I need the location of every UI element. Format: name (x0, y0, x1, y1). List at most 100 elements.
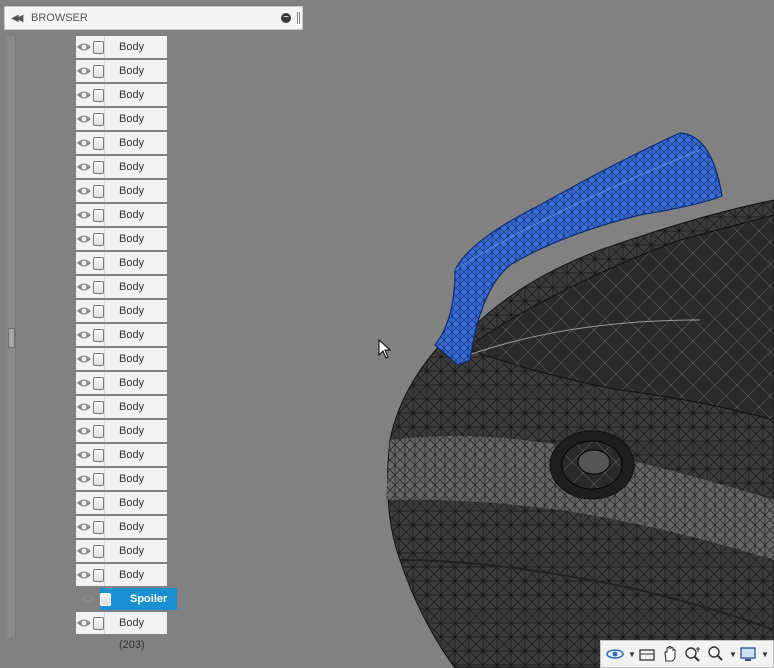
eye-icon[interactable] (76, 468, 93, 490)
browser-tree-row[interactable]: Body (189) (76, 276, 167, 315)
eye-icon[interactable] (76, 108, 93, 130)
zoom-dropdown-icon[interactable]: ▼ (729, 650, 737, 659)
browser-tree-label: Body (187) (104, 228, 167, 267)
browser-tree-row[interactable]: Body (181) (76, 84, 167, 123)
browser-tree-row[interactable]: Body (191) (76, 324, 167, 363)
car-body-mesh[interactable] (386, 199, 774, 668)
browser-tree-label: Body (203) (104, 612, 167, 651)
look-at-icon[interactable] (637, 644, 657, 664)
eye-icon[interactable] (76, 516, 93, 538)
browser-tree-row[interactable]: Body (193) (76, 372, 167, 411)
body-cube-icon (92, 348, 104, 370)
eye-icon[interactable] (76, 252, 93, 274)
browser-title: BROWSER (31, 12, 88, 24)
orbit-icon[interactable] (605, 644, 625, 664)
browser-tree-row[interactable]: Body (200) (76, 540, 167, 579)
browser-tree-label: Body (188) (104, 252, 167, 291)
browser-tree-label: Body (195) (104, 420, 167, 459)
browser-tree-row[interactable]: Body (183) (76, 132, 167, 171)
browser-tree-row[interactable]: Body (182) (76, 108, 167, 147)
browser-tree-label: Body (199) (104, 516, 167, 555)
browser-tree-label: Body (182) (104, 108, 167, 147)
minus-circle-icon[interactable]: − (281, 13, 291, 23)
eye-icon[interactable] (76, 276, 93, 298)
browser-tree-label: Body (198) (104, 492, 167, 531)
browser-tree-label: Body (194) (104, 396, 167, 435)
browser-tree-label: Body (191) (104, 324, 167, 363)
body-cube-icon (92, 60, 104, 82)
browser-tree-label: Body (190) (104, 300, 167, 339)
browser-tree-label: Spoiler (116, 588, 178, 610)
eye-icon[interactable] (76, 444, 93, 466)
browser-tree-row[interactable]: Body (196) (76, 444, 167, 483)
browser-tree-row[interactable]: Body (201) (76, 564, 167, 603)
body-cube-icon (100, 588, 116, 610)
body-cube-icon (92, 132, 104, 154)
mouse-pointer-icon (378, 339, 392, 359)
display-dropdown-icon[interactable]: ▼ (761, 650, 769, 659)
browser-tree-row[interactable]: Body (203) (76, 612, 167, 651)
browser-tree-row[interactable]: Body (180) (76, 60, 167, 99)
body-cube-icon (92, 420, 104, 442)
eye-icon[interactable] (76, 492, 93, 514)
eye-icon[interactable] (76, 228, 93, 250)
zoom-icon[interactable] (683, 644, 703, 664)
browser-tree-row[interactable]: Body (192) (76, 348, 167, 387)
eye-icon[interactable] (76, 204, 93, 226)
eye-icon[interactable] (76, 588, 100, 610)
browser-tree-label: Body (196) (104, 444, 167, 483)
body-cube-icon (92, 492, 104, 514)
browser-tree-row[interactable]: Body (186) (76, 204, 167, 243)
body-cube-icon (92, 204, 104, 226)
eye-icon[interactable] (76, 156, 93, 178)
browser-tree-label: Body (189) (104, 276, 167, 315)
eye-icon[interactable] (76, 612, 93, 634)
browser-tree-label: Body (201) (104, 564, 167, 603)
eye-icon[interactable] (76, 300, 93, 322)
eye-icon[interactable] (76, 564, 93, 586)
browser-tree-row[interactable]: Body (197) (76, 468, 167, 507)
eye-icon[interactable] (76, 36, 93, 58)
browser-tree-row[interactable]: Body (194) (76, 396, 167, 435)
eye-icon[interactable] (76, 84, 93, 106)
pin-icon[interactable] (297, 12, 300, 24)
body-cube-icon (92, 396, 104, 418)
eye-icon[interactable] (76, 132, 93, 154)
body-cube-icon (92, 252, 104, 274)
browser-tree-row[interactable]: Body (195) (76, 420, 167, 459)
browser-tree-row[interactable]: Body (187) (76, 228, 167, 267)
double-chevron-left-icon[interactable]: ◀◀ (11, 13, 27, 24)
body-cube-icon (92, 468, 104, 490)
body-cube-icon (92, 612, 104, 634)
orbit-dropdown-icon[interactable]: ▼ (628, 650, 636, 659)
browser-tree-row[interactable]: Spoiler (76, 588, 178, 610)
browser-tree-row[interactable]: Body (179) (76, 36, 167, 75)
display-settings-icon[interactable] (738, 644, 758, 664)
browser-tree-label: Body (185) (104, 180, 167, 219)
eye-icon[interactable] (76, 324, 93, 346)
browser-tree-row[interactable]: Body (199) (76, 516, 167, 555)
eye-icon[interactable] (76, 60, 93, 82)
browser-tree-row[interactable]: Body (184) (76, 156, 167, 195)
eye-icon[interactable] (76, 540, 93, 562)
zoom-window-icon[interactable] (706, 644, 726, 664)
browser-tree-row[interactable]: Body (188) (76, 252, 167, 291)
browser-tree-row[interactable]: Body (185) (76, 180, 167, 219)
body-cube-icon (92, 540, 104, 562)
pan-icon[interactable] (660, 644, 680, 664)
body-cube-icon (92, 228, 104, 250)
eye-icon[interactable] (76, 348, 93, 370)
browser-tree-label: Body (192) (104, 348, 167, 387)
browser-tree-label: Body (181) (104, 84, 167, 123)
eye-icon[interactable] (76, 180, 93, 202)
browser-resize-handle[interactable] (8, 328, 15, 348)
browser-tree-label: Body (193) (104, 372, 167, 411)
browser-tree-label: Body (186) (104, 204, 167, 243)
eye-icon[interactable] (76, 396, 93, 418)
body-cube-icon (92, 564, 104, 586)
browser-tree-label: Body (180) (104, 60, 167, 99)
eye-icon[interactable] (76, 372, 93, 394)
eye-icon[interactable] (76, 420, 93, 442)
browser-tree-row[interactable]: Body (198) (76, 492, 167, 531)
browser-tree-row[interactable]: Body (190) (76, 300, 167, 339)
